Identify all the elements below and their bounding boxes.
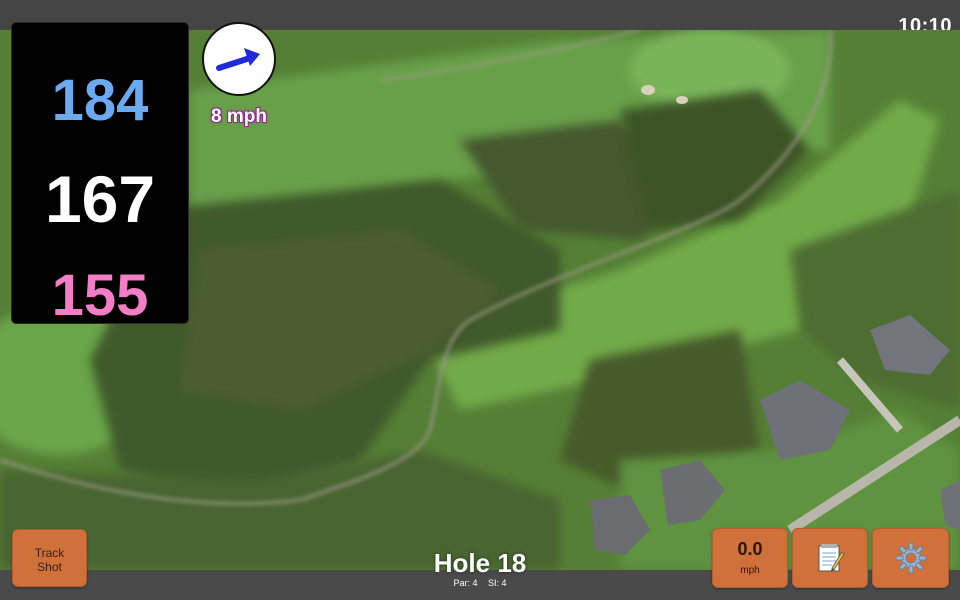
hole-info: Par: 4 SI: 4 — [380, 578, 580, 588]
track-shot-label-line2: Shot — [37, 560, 62, 574]
speed-unit: mph — [740, 565, 760, 576]
gear-icon — [895, 542, 926, 574]
wind-direction-arrow-icon — [216, 48, 260, 71]
hole-title: Hole 18 — [433, 548, 527, 578]
distance-panel: 184 167 155 — [11, 22, 189, 328]
front-distance: 155 — [51, 263, 149, 328]
hole-par: Par: 4 — [453, 578, 478, 588]
notepad-icon — [818, 544, 845, 572]
speed-value: 0.0 — [737, 539, 763, 559]
hole-si: SI: 4 — [488, 578, 507, 588]
wind-speed: 8 mph — [211, 106, 267, 127]
track-shot-label-line1: Track — [34, 546, 65, 560]
middle-distance: 167 — [44, 162, 156, 236]
settings-button[interactable] — [872, 528, 949, 588]
speed-button[interactable]: 0.0 mph — [712, 528, 788, 588]
back-distance: 184 — [51, 68, 149, 133]
track-shot-button[interactable]: Track Shot — [12, 529, 87, 587]
notes-button[interactable] — [792, 528, 868, 588]
wind-indicator — [202, 22, 276, 96]
